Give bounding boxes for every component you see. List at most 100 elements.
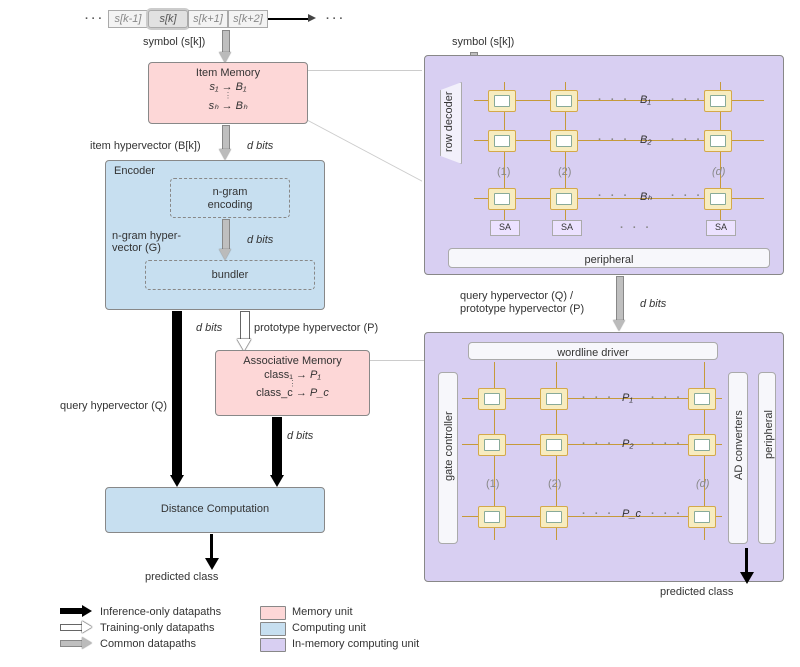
row1-rhs: B₁: [236, 81, 247, 93]
adconv-text: AD converters: [733, 377, 745, 513]
rown-rhs: Bₕ: [236, 100, 248, 112]
ellipsis-right: ···: [326, 13, 346, 25]
row-dots: · · ·: [671, 94, 703, 106]
row-p1: P₁: [622, 392, 633, 404]
legend-infer: Inference-only datapaths: [100, 606, 221, 618]
row-dots: · · ·: [598, 134, 630, 146]
memcell: [478, 506, 506, 528]
assoc-rown: class_c → P_c: [220, 387, 365, 399]
predicted-label-left: predicted class: [145, 571, 218, 583]
assoc-rown-rhs: P_c: [310, 387, 329, 399]
inmem-top-panel: [424, 55, 784, 275]
row-dots: · · ·: [582, 392, 614, 404]
peripheral-2: peripheral: [758, 372, 776, 544]
ngram-text: n-gram encoding: [175, 186, 285, 212]
memcell: [540, 434, 568, 456]
row-b1: B₁: [640, 94, 651, 106]
arrow-between-panels: [616, 276, 624, 322]
row-dots: · · ·: [582, 508, 614, 520]
query-label: query hypervector (Q): [60, 400, 167, 412]
item-memory-box: Item Memory s₁ → B₁ ⋮ sₕ → Bₕ: [148, 62, 308, 124]
guide-line: [308, 70, 422, 71]
guide-line: [308, 120, 422, 322]
row-decoder-label: row decoder: [443, 92, 455, 152]
legend-inmem: In-memory computing unit: [292, 638, 419, 650]
memcell: [488, 130, 516, 152]
bundler-text: bundler: [150, 269, 310, 281]
assoc-memory-box: Associative Memory class₁ → P₁ ⋮ class_c…: [215, 350, 370, 416]
row-dots: · · ·: [651, 438, 683, 450]
row1-lhs: s₁: [210, 81, 219, 93]
row-dots: · · ·: [671, 134, 703, 146]
predicted-label-right: predicted class: [660, 586, 733, 598]
tape-cell-current: s[k]: [148, 10, 188, 28]
assoc-rown-lhs: class_c: [256, 387, 293, 399]
arrow-itemhv-head: [219, 149, 231, 160]
ad-converters: AD converters: [728, 372, 748, 544]
col-d: (d): [712, 166, 725, 178]
memcell: [488, 188, 516, 210]
sense-amp: SA: [552, 220, 582, 236]
dbits-3: d bits: [196, 322, 222, 334]
arrow-p-stem: [240, 311, 250, 341]
memcell: [550, 188, 578, 210]
row-dots: · · ·: [651, 392, 683, 404]
guide-line: [370, 360, 426, 361]
arrow-assoc-out-head: [270, 475, 284, 487]
legend-common: Common datapaths: [100, 638, 196, 650]
arrow-predicted: [210, 534, 213, 560]
sense-amp: SA: [490, 220, 520, 236]
arrow-itemhv: [222, 125, 230, 151]
legend-arrow-common: [60, 640, 84, 647]
tape-cell: s[k+1]: [188, 10, 228, 28]
tape-cell: s[k+2]: [228, 10, 268, 28]
legend-train: Training-only datapaths: [100, 622, 215, 634]
proto-label: prototype hypervector (P): [254, 322, 378, 334]
arrow-q-stem: [172, 311, 182, 475]
distance-box: Distance Computation: [105, 487, 325, 533]
memcell: [704, 188, 732, 210]
tape-arrow-head: [308, 14, 316, 22]
dbits-4: d bits: [287, 430, 313, 442]
dbits-1: d bits: [247, 140, 273, 152]
arrow-assoc-out: [272, 417, 282, 475]
legend-mem: Memory unit: [292, 606, 353, 618]
peripheral-2-text: peripheral: [763, 377, 775, 493]
arrow-predicted-right-head: [740, 572, 754, 584]
gate-text: gate controller: [443, 377, 455, 515]
memcell: [550, 130, 578, 152]
col-1: (1): [497, 166, 510, 178]
row-dots: · · ·: [598, 190, 630, 202]
rown-lhs: sₕ: [209, 100, 219, 112]
arrow-symbol-to-itemmem: [222, 30, 230, 54]
item-memory-rown: sₕ → Bₕ: [153, 99, 303, 112]
legend-arrow-infer: [60, 608, 82, 614]
peripheral-1: peripheral: [448, 248, 770, 268]
arrow-g: [222, 219, 230, 251]
distance-text: Distance Computation: [110, 503, 320, 515]
dbits-right: d bits: [640, 298, 666, 310]
legend-swatch-comp: [260, 622, 286, 636]
symbol-label-right: symbol (s[k]): [452, 36, 514, 48]
assoc-title: Associative Memory: [220, 355, 365, 367]
legend-arrow-train-head: [82, 621, 92, 633]
query-proto-label: query hypervector (Q) / prototype hyperv…: [460, 290, 584, 316]
memcell: [540, 506, 568, 528]
memcell: [488, 90, 516, 112]
legend-swatch-inmem: [260, 638, 286, 652]
tape-arrow-stem: [268, 18, 308, 20]
row-dots: · · ·: [671, 190, 703, 202]
arrow-q-head: [170, 475, 184, 487]
wordline-text: wordline driver: [473, 347, 713, 359]
row-dots: · · ·: [598, 94, 630, 106]
memcell: [688, 434, 716, 456]
tape-cell: s[k-1]: [108, 10, 148, 28]
memcell: [478, 434, 506, 456]
legend-comp: Computing unit: [292, 622, 366, 634]
gate-controller: gate controller: [438, 372, 458, 544]
legend-arrow-infer-head: [82, 605, 92, 617]
symbol-label-left: symbol (s[k]): [143, 36, 205, 48]
row-bh: Bₕ: [640, 190, 652, 203]
memcell: [688, 506, 716, 528]
row-dots: · · ·: [582, 438, 614, 450]
